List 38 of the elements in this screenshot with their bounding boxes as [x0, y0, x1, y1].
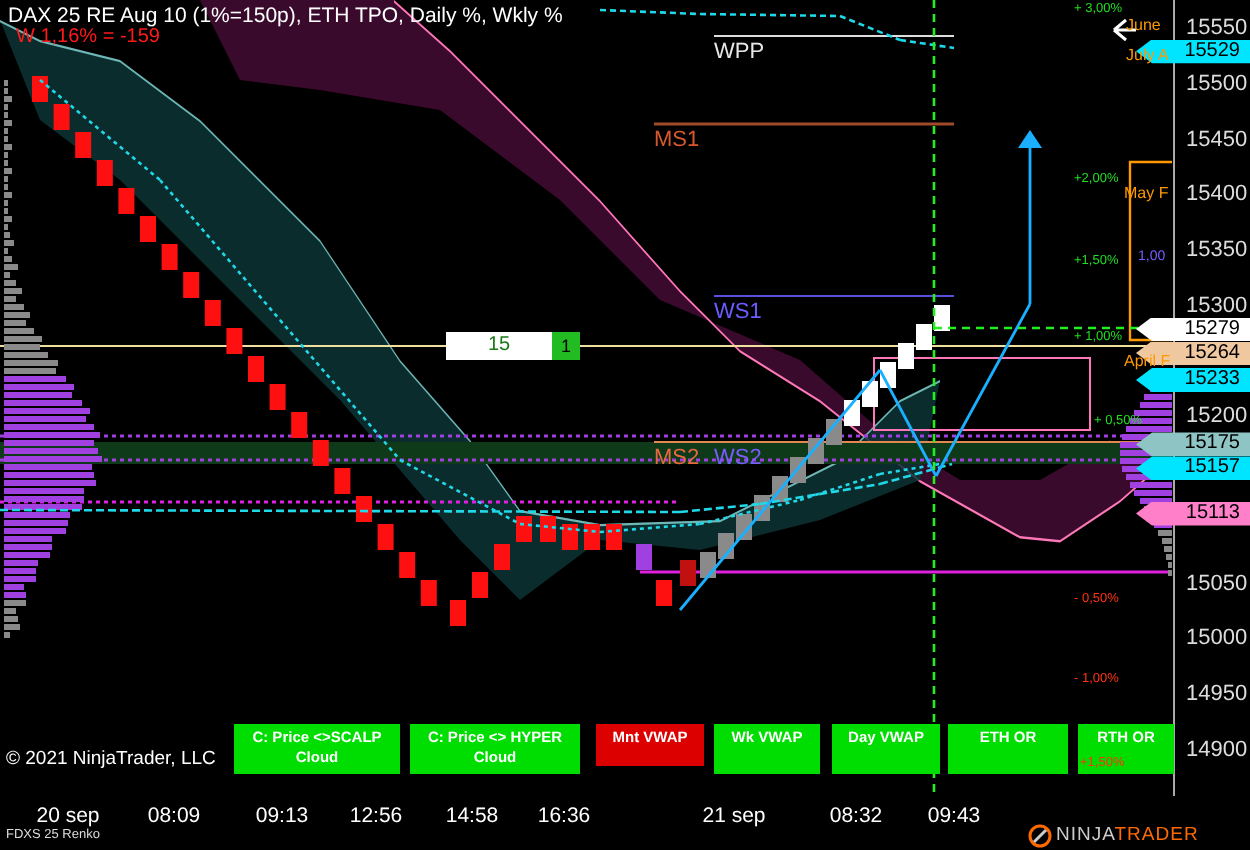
- time-tick: 16:36: [537, 804, 591, 828]
- period-label: June: [1126, 16, 1161, 36]
- time-tick: 21 sep: [702, 804, 766, 828]
- counter-count: 1: [552, 332, 580, 360]
- copyright-text: © 2021 NinjaTrader, LLC: [6, 748, 216, 770]
- time-tick: 14:58: [445, 804, 499, 828]
- price-tick: 15200: [1186, 404, 1248, 429]
- time-tick: 09:13: [255, 804, 309, 828]
- time-tick: 08:32: [829, 804, 883, 828]
- price-marker: 15157: [1136, 456, 1250, 481]
- price-tick: 15550: [1186, 16, 1248, 40]
- price-tick: 15350: [1186, 238, 1248, 263]
- logo-text: NINJATRADER: [1056, 824, 1199, 846]
- price-marker: 15233: [1136, 368, 1250, 393]
- price-tick: 15000: [1186, 626, 1248, 651]
- chart-title: DAX 25 RE Aug 10 (1%=150p), ETH TPO, Daily %, Wkly %: [8, 4, 563, 28]
- time-tick: 08:09: [147, 804, 201, 828]
- counter-value: 15: [446, 332, 552, 360]
- price-marker: 15113: [1136, 501, 1250, 526]
- logo-icon: [1028, 824, 1052, 848]
- chart-subtitle: W 1,16% = -159: [16, 26, 160, 48]
- price-marker: 15175: [1136, 432, 1250, 457]
- price-tick: 14950: [1186, 682, 1248, 707]
- pivot-label: WPP: [714, 40, 765, 64]
- price-tick: 15050: [1186, 571, 1248, 596]
- time-tick: 09:43: [927, 804, 981, 828]
- time-tick: 12:56: [349, 804, 403, 828]
- pivot-label: MS1: [654, 128, 700, 152]
- time-tick: 20 sep: [36, 804, 100, 828]
- price-tick: 15500: [1186, 71, 1248, 96]
- price-tick: 15400: [1186, 182, 1248, 207]
- price-marker: 15279: [1136, 317, 1250, 341]
- pivot-label: WS1: [714, 300, 762, 324]
- price-tick: 15300: [1186, 293, 1248, 318]
- price-tick: 14900: [1186, 738, 1248, 762]
- price-tick: 15450: [1186, 127, 1248, 152]
- pivot-label: WS2: [714, 446, 762, 470]
- pivot-label: MS2: [654, 446, 700, 470]
